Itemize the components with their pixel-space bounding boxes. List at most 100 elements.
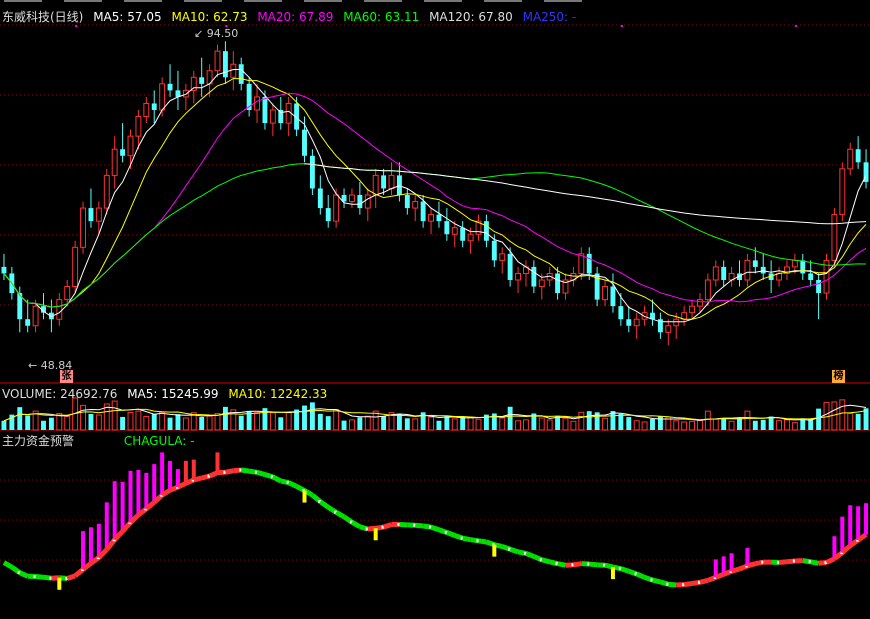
volume-bar bbox=[752, 420, 758, 430]
chagula-value: CHAGULA: - bbox=[123, 434, 195, 448]
candle-body bbox=[499, 253, 506, 261]
candle-body bbox=[451, 227, 458, 235]
capital-line bbox=[382, 522, 393, 530]
volume-bar bbox=[254, 412, 260, 431]
candle-body bbox=[626, 319, 632, 326]
candle-body bbox=[412, 201, 419, 209]
alert-bar bbox=[610, 567, 615, 580]
ma10-line bbox=[3, 78, 867, 320]
momentum-bar bbox=[215, 452, 220, 473]
candle-body bbox=[214, 50, 221, 72]
candle-body bbox=[254, 96, 260, 111]
momentum-bar bbox=[864, 503, 869, 535]
alert-bar bbox=[302, 490, 307, 503]
candle-body bbox=[428, 214, 434, 222]
volume-bar bbox=[768, 416, 774, 430]
momentum-bar bbox=[144, 472, 149, 509]
candle-body bbox=[349, 194, 355, 203]
candle-body bbox=[127, 135, 134, 157]
price-panel-header: 东威科技(日线) MA5: 57.05 MA10: 62.73 MA20: 67… bbox=[2, 8, 582, 26]
volume-bar bbox=[538, 417, 545, 431]
candle-body bbox=[262, 96, 268, 124]
volume-bar bbox=[41, 420, 46, 430]
volume-bar bbox=[278, 417, 284, 430]
volume-bar bbox=[111, 400, 118, 431]
momentum-bar bbox=[152, 464, 157, 503]
volume-bar bbox=[704, 410, 711, 431]
candle-body bbox=[744, 259, 751, 281]
volume-bar bbox=[847, 412, 854, 431]
volume-bar bbox=[325, 416, 331, 430]
ma20-line bbox=[3, 92, 867, 308]
capital-line bbox=[176, 481, 187, 490]
capital-line bbox=[430, 524, 440, 533]
volume-bar bbox=[721, 418, 727, 430]
capital-line bbox=[635, 571, 646, 580]
candle-body bbox=[531, 266, 537, 287]
capital-line bbox=[746, 561, 757, 569]
high-price-text: 94.50 bbox=[206, 27, 239, 40]
volume-bar bbox=[776, 420, 782, 431]
volume-bar bbox=[475, 418, 482, 431]
candle-body bbox=[555, 273, 561, 294]
candle-body bbox=[269, 109, 276, 124]
volume-bar bbox=[349, 419, 355, 431]
candle-body bbox=[460, 227, 466, 241]
candle-body bbox=[586, 253, 592, 274]
volume-bar bbox=[499, 417, 506, 431]
signal-dot bbox=[794, 25, 797, 27]
candle-body bbox=[538, 279, 545, 288]
volume-bar bbox=[25, 415, 31, 430]
signal-dot bbox=[620, 25, 623, 27]
candle-body bbox=[578, 253, 585, 274]
candle-body bbox=[673, 318, 680, 327]
volume-bar bbox=[182, 417, 189, 431]
candle-body bbox=[167, 83, 173, 91]
candle-body bbox=[64, 286, 71, 301]
volume-bar bbox=[586, 411, 592, 430]
candle-body bbox=[159, 83, 166, 111]
candle-body bbox=[467, 233, 474, 242]
volume-bar bbox=[404, 418, 410, 430]
candle-body bbox=[357, 195, 363, 209]
capital-line bbox=[193, 475, 203, 483]
volume-bar bbox=[523, 419, 529, 431]
volume-bar bbox=[238, 415, 244, 430]
candle-body bbox=[800, 260, 806, 274]
capital-line bbox=[462, 535, 472, 543]
volume-bar bbox=[436, 420, 442, 430]
capital-line bbox=[509, 546, 519, 555]
volume-bar bbox=[728, 420, 735, 431]
capital-line bbox=[208, 470, 219, 479]
volume-bar bbox=[791, 422, 798, 431]
volume-bar bbox=[333, 409, 340, 431]
volume-bar bbox=[135, 410, 142, 431]
candle-body bbox=[618, 306, 624, 320]
candle-body bbox=[602, 286, 608, 301]
volume-bar bbox=[863, 408, 869, 430]
ma60-value: MA60: 63.11 bbox=[343, 10, 420, 24]
candle-body bbox=[199, 77, 205, 84]
volume-bar bbox=[602, 417, 608, 431]
capital-line bbox=[414, 522, 424, 529]
capital-line bbox=[730, 566, 741, 574]
volume-bar bbox=[689, 420, 695, 431]
candle-body bbox=[230, 63, 237, 78]
candle-body bbox=[151, 103, 157, 110]
ma120-value: MA120: 67.80 bbox=[429, 10, 513, 24]
volume-value: VOLUME: 24692.76 bbox=[2, 387, 118, 401]
candle-body bbox=[839, 168, 846, 216]
candle-body bbox=[222, 51, 228, 78]
volume-bar bbox=[222, 406, 228, 430]
momentum-bar bbox=[88, 527, 93, 564]
volume-bar bbox=[784, 419, 790, 431]
capital-line bbox=[668, 581, 677, 588]
candle-body bbox=[143, 102, 150, 118]
volume-bar bbox=[650, 418, 655, 430]
momentum-bar bbox=[856, 506, 861, 541]
momentum-bar bbox=[120, 481, 125, 532]
candle-body bbox=[752, 260, 758, 267]
capital-line bbox=[699, 577, 709, 585]
momentum-bar bbox=[112, 481, 117, 540]
momentum-bar bbox=[168, 460, 173, 491]
